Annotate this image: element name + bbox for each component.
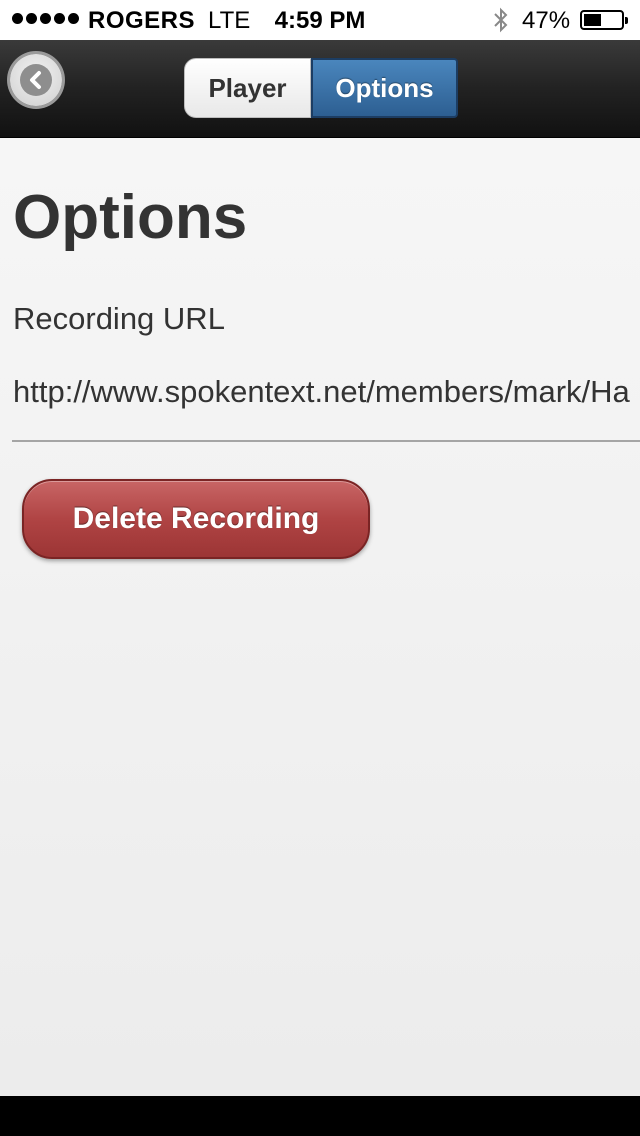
delete-recording-button[interactable]: Delete Recording [22, 479, 370, 559]
chevron-left-icon [20, 64, 52, 96]
battery-icon [580, 10, 628, 30]
back-button[interactable] [10, 54, 62, 106]
tab-player[interactable]: Player [184, 58, 311, 118]
tab-options[interactable]: Options [311, 58, 458, 118]
app-screen: ROGERS LTE 4:59 PM 47% Player Options Op… [0, 0, 640, 1136]
status-bar: ROGERS LTE 4:59 PM 47% [0, 0, 640, 40]
battery-level [584, 14, 601, 26]
segmented-control: Player Options [184, 58, 458, 120]
bottom-bar [0, 1096, 640, 1136]
bluetooth-icon [494, 7, 508, 33]
navigation-bar: Player Options [0, 40, 640, 138]
page-title: Options [13, 183, 248, 252]
recording-url-value: http://www.spokentext.net/members/mark/H… [13, 374, 630, 409]
battery-percent: 47% [522, 7, 571, 34]
options-page: Options Recording URL http://www.spokent… [0, 138, 640, 1096]
recording-url-label: Recording URL [13, 301, 225, 336]
divider [12, 440, 640, 442]
